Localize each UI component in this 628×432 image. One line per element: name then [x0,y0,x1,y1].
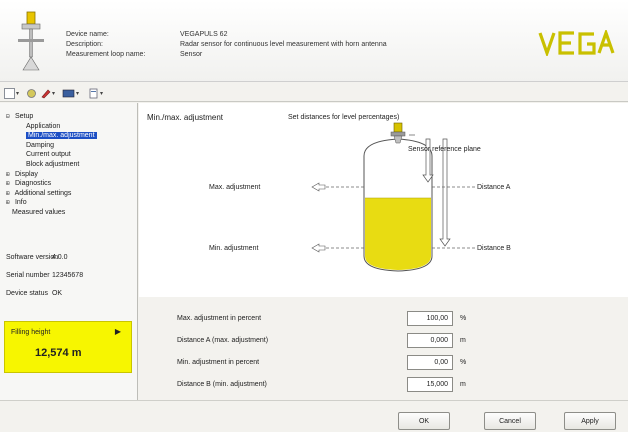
device-icon [27,88,36,98]
description-label: Description: [66,41,103,48]
max-adjustment-label: Max. adjustment [209,184,261,191]
distance-b-input[interactable] [407,377,453,392]
tree-item-additional-settings[interactable]: ⊞ Additional settings [6,189,97,199]
min-adjustment-arrow [311,243,326,253]
header-labels: Device name: Description: Measurement lo… [66,30,145,60]
device-status-row: Device status OK [6,290,63,297]
distance-a-label: Distance A [477,184,511,191]
expand-icon[interactable]: ⊞ [6,170,13,180]
distance-b-label: Distance B [477,245,511,252]
loop-name-label: Measurement loop name: [66,51,146,58]
max-percent-input[interactable] [407,311,453,326]
loop-name-value: Sensor [180,51,203,58]
collapse-icon[interactable]: ⊟ [6,112,13,122]
sensor-reference-label: Sensor reference plane [408,146,481,153]
device-button[interactable] [26,87,37,99]
document-menu-button[interactable]: ▾ [88,87,103,99]
dropdown-arrow-icon: ▾ [100,90,104,97]
tree-item-block-adjustment[interactable]: Block adjustment [6,160,97,170]
dropdown-arrow-icon: ▾ [52,90,56,97]
sensor-head [393,122,403,133]
vega-logo [538,30,615,56]
adjustment-form: Max. adjustment in percent % Distance A … [139,297,628,400]
tree-item-info[interactable]: ⊞ Info [6,198,97,208]
expand-icon[interactable]: ⊞ [6,179,13,189]
device-header: Device name: Description: Measurement lo… [0,0,628,82]
tree-item-diagnostics[interactable]: ⊞ Diagnostics [6,179,97,189]
filling-height-value: 12,574 m [35,347,82,359]
form-row-min-percent: Min. adjustment in percent % [177,355,617,371]
document-icon [89,88,98,98]
menu-tree: ⊟ Setup Application Min./max. adjustment… [6,112,97,218]
display-menu-button[interactable]: ▾ [62,87,79,99]
form-row-distance-b: Distance B (min. adjustment) m [177,377,617,393]
play-arrow-icon: ▶ [114,327,121,336]
form-row-max-percent: Max. adjustment in percent % [177,311,617,327]
tools-icon [41,89,51,98]
dropdown-arrow-icon: ▾ [76,90,80,97]
device-name-label: Device name: [66,31,109,38]
main-panel: Min./max. adjustment Set distances for l… [139,103,628,400]
min-percent-input[interactable] [407,355,453,370]
tree-item-damping[interactable]: Damping [6,141,97,151]
tools-menu-button[interactable]: ▾ [40,87,55,99]
dropdown-arrow-icon: ▾ [16,90,20,97]
liquid-fill [365,198,431,270]
display-icon [62,89,75,97]
expand-icon[interactable]: ⊞ [6,189,13,199]
apply-button[interactable]: Apply [564,412,616,430]
max-adjustment-arrow [311,182,326,192]
tree-item-application[interactable]: Application [6,122,97,132]
filling-height-panel[interactable]: Filling height ▶ 12,574 m [4,321,132,373]
new-icon [4,87,15,99]
toolbar: ▾ ▾ ▾ ▾ [0,84,628,102]
cancel-button[interactable]: Cancel [484,412,536,430]
tree-item-current-output[interactable]: Current output [6,150,97,160]
ok-button[interactable]: OK [398,412,450,430]
header-values: VEGAPULS 62 Radar sensor for continuous … [180,30,387,60]
vessel-diagram [311,122,475,272]
distance-a-input[interactable] [407,333,453,348]
distance-b-arrow [439,138,451,247]
tree-item-display[interactable]: ⊞ Display [6,170,97,180]
tree-item-minmax-adjustment[interactable]: Min./max. adjustment [6,131,97,141]
tree-item-setup[interactable]: ⊟ Setup [6,112,97,122]
dialog-footer: OK Cancel Apply [0,400,628,432]
min-adjustment-label: Min. adjustment [209,245,259,252]
filling-height-label: Filling height [11,329,51,336]
radar-sensor-icon [18,11,44,71]
tree-item-measured-values[interactable]: Measured values [6,208,97,218]
serial-number-row: Serial number 12345678 [6,272,84,279]
device-name-value: VEGAPULS 62 [180,31,228,38]
expand-icon[interactable]: ⊞ [6,198,13,208]
software-version-row: Software version 4.0.0 [6,254,68,261]
navigation-panel: ⊟ Setup Application Min./max. adjustment… [0,103,138,400]
sensor-flange [390,131,406,137]
form-row-distance-a: Distance A (max. adjustment) m [177,333,617,349]
new-menu-button[interactable]: ▾ [4,87,19,99]
description-value: Radar sensor for continuous level measur… [180,41,387,48]
